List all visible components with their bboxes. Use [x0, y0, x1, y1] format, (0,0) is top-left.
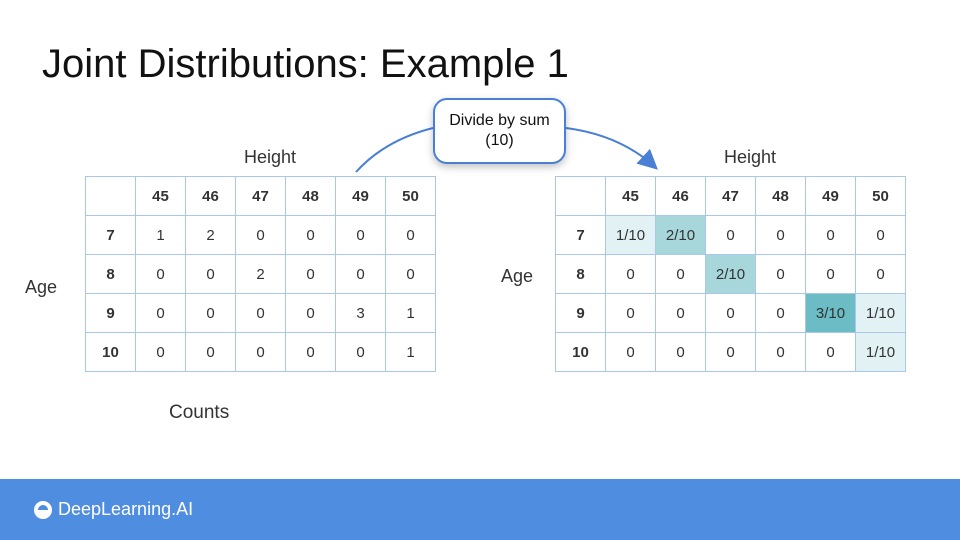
- right-row-header: 7: [555, 215, 606, 255]
- left-table-row: 8002000: [85, 254, 436, 294]
- left-table-cell: 3: [335, 293, 386, 333]
- left-table-cell: 0: [285, 215, 336, 255]
- left-table-cell: 1: [385, 293, 436, 333]
- right-table-cell: 0: [805, 332, 856, 372]
- left-col-header: 46: [185, 176, 236, 216]
- right-table-cell: 2/10: [655, 215, 706, 255]
- left-row-header: 10: [85, 332, 136, 372]
- right-col-header: 50: [855, 176, 906, 216]
- left-row-header: 8: [85, 254, 136, 294]
- left-table-cell: 0: [285, 332, 336, 372]
- right-table-cell: 1/10: [855, 293, 906, 333]
- left-column-label: Height: [244, 147, 297, 167]
- left-table-row: 7120000: [85, 215, 436, 255]
- right-row-label: Age: [501, 266, 534, 286]
- left-table-cell: 0: [335, 215, 386, 255]
- right-table-row: 10 0 0 0 0 0 1/10: [555, 332, 906, 372]
- counts-caption: Counts: [169, 402, 230, 423]
- left-table-cell: 0: [335, 254, 386, 294]
- callout-line2: (10): [485, 132, 514, 149]
- left-table-cell: 0: [135, 332, 186, 372]
- left-col-header: 45: [135, 176, 186, 216]
- right-table-cell: 1/10: [605, 215, 656, 255]
- left-table-cell: 0: [335, 332, 386, 372]
- arrow-left-curve: [355, 127, 434, 173]
- right-row-header: 9: [555, 293, 606, 333]
- right-table-cell: 0: [605, 254, 656, 294]
- right-table-cell: 0: [705, 215, 756, 255]
- brand: DeepLearning.AI: [34, 499, 193, 520]
- left-col-header: 49: [335, 176, 386, 216]
- callout-line1: Divide by sum: [449, 112, 550, 129]
- left-row-header: 7: [85, 215, 136, 255]
- left-table-cell: 0: [235, 215, 286, 255]
- brand-name: DeepLearning.AI: [58, 499, 194, 519]
- right-col-header: 48: [755, 176, 806, 216]
- right-table-cell: 3/10: [805, 293, 856, 333]
- right-table-cell: 0: [755, 293, 806, 333]
- right-table-row: 7 1/10 2/10 0 0 0 0: [555, 215, 906, 255]
- left-table-cell: 0: [235, 332, 286, 372]
- right-table-cell: 0: [705, 332, 756, 372]
- right-table-cell: 0: [755, 215, 806, 255]
- right-table-cell: 0: [755, 254, 806, 294]
- right-table-cell: 0: [805, 215, 856, 255]
- right-table-cell: 2/10: [705, 254, 756, 294]
- left-table-cell: 0: [185, 332, 236, 372]
- left-table-cell: 1: [385, 332, 436, 372]
- right-col-header: 45: [605, 176, 656, 216]
- probability-table: 45 46 47 48 49 50 7 1/10 2/10 0 0 0 0 8 0 0 2/10 0 0 0 9 0 0 0 0…: [555, 176, 906, 372]
- left-table-cell: 0: [135, 254, 186, 294]
- footer-bar: DeepLearning.AI: [0, 479, 960, 540]
- right-table-cell: 0: [605, 293, 656, 333]
- left-corner-cell: [85, 176, 136, 216]
- right-table-cell: 0: [655, 293, 706, 333]
- left-col-header: 48: [285, 176, 336, 216]
- left-table-cell: 0: [185, 293, 236, 333]
- right-corner-cell: [555, 176, 606, 216]
- left-table-cell: 2: [185, 215, 236, 255]
- slide-title: Joint Distributions: Example 1: [42, 42, 569, 86]
- deeplearning-logo-icon: [34, 500, 52, 519]
- left-table-cell: 1: [135, 215, 186, 255]
- right-col-header: 46: [655, 176, 706, 216]
- right-header-row: 45 46 47 48 49 50: [555, 176, 906, 216]
- right-row-header: 10: [555, 332, 606, 372]
- left-table-cell: 0: [135, 293, 186, 333]
- right-table-cell: 0: [655, 254, 706, 294]
- right-table-row: 8 0 0 2/10 0 0 0: [555, 254, 906, 294]
- left-table-row: 10 0 0 0 0 0 1: [85, 332, 436, 372]
- left-row-label: Age: [25, 277, 58, 297]
- right-table-cell: 1/10: [855, 332, 906, 372]
- left-table-cell: 0: [285, 293, 336, 333]
- left-table-cell: 0: [235, 293, 286, 333]
- right-col-header: 47: [705, 176, 756, 216]
- left-header-row: 45 46 47 48 49 50: [85, 176, 436, 216]
- right-table-cell: 0: [855, 215, 906, 255]
- left-col-header: 50: [385, 176, 436, 216]
- right-table-cell: 0: [855, 254, 906, 294]
- left-table-cell: 0: [385, 215, 436, 255]
- left-table-cell: 0: [185, 254, 236, 294]
- right-column-label: Height: [724, 147, 777, 167]
- right-col-header: 49: [805, 176, 856, 216]
- right-table-cell: 0: [805, 254, 856, 294]
- right-table-row: 9 0 0 0 0 3/10 1/10: [555, 293, 906, 333]
- left-col-header: 47: [235, 176, 286, 216]
- right-table-cell: 0: [605, 332, 656, 372]
- left-table-cell: 0: [285, 254, 336, 294]
- divide-by-sum-callout: Divide by sum (10): [433, 98, 566, 164]
- left-row-header: 9: [85, 293, 136, 333]
- arrow-right-curve: [565, 127, 658, 170]
- right-table-cell: 0: [705, 293, 756, 333]
- left-table-row: 9000031: [85, 293, 436, 333]
- right-table-cell: 0: [755, 332, 806, 372]
- left-table-cell: 2: [235, 254, 286, 294]
- right-row-header: 8: [555, 254, 606, 294]
- left-table-cell: 0: [385, 254, 436, 294]
- right-table-cell: 0: [655, 332, 706, 372]
- counts-table: 45 46 47 48 49 50 7 1 2 0 0 0 0 8 0 0 2 0 0 0 9 0 0 0 0 3 1 10 0 0 0 0 0…: [85, 176, 436, 372]
